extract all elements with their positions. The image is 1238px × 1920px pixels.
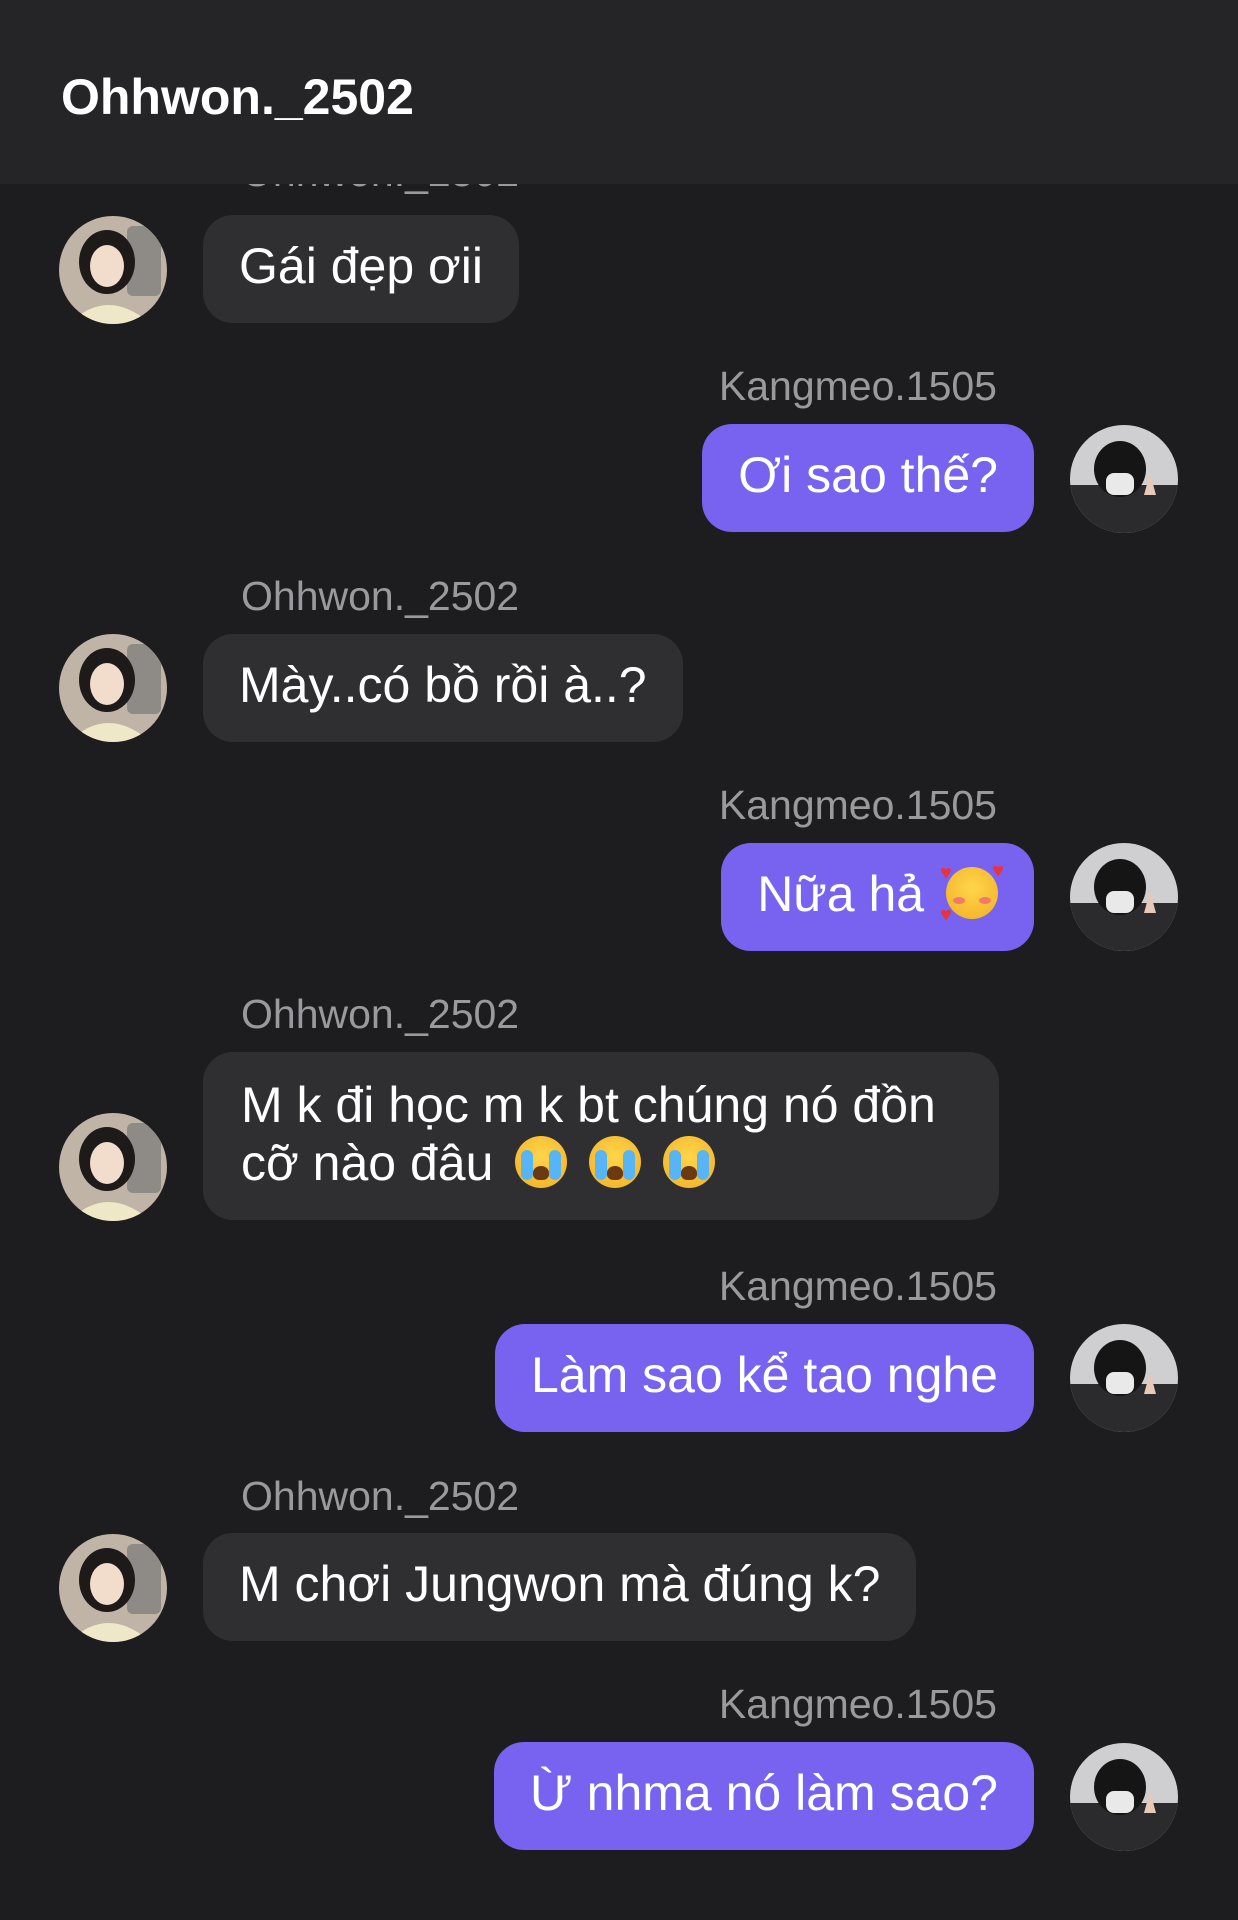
avatar-image-boy — [1070, 1324, 1178, 1432]
message-text: M k đi học m k bt chúng nó đồn cỡ nào đâ… — [241, 1077, 936, 1191]
loudly-crying-face-icon — [515, 1136, 568, 1188]
message-bubble[interactable]: M k đi học m k bt chúng nó đồn cỡ nào đâ… — [203, 1052, 999, 1220]
avatar-image-girl — [59, 216, 167, 324]
message-bubble[interactable]: Ơi sao thế? — [702, 424, 1034, 532]
message-bubble[interactable]: Nữa hả ♥ ♥ ♥ — [721, 843, 1034, 951]
smiling-face-with-hearts-icon: ♥ ♥ ♥ — [940, 860, 1004, 926]
chat-screen: Ohhwon._2502 Ohhwon._2502 Gái đẹp ơii Ka… — [0, 0, 1238, 1920]
avatar[interactable] — [1070, 1324, 1178, 1432]
chat-title[interactable]: Ohhwon._2502 — [61, 68, 414, 126]
message-bubble[interactable]: Ừ nhma nó làm sao? — [494, 1742, 1034, 1850]
message-text: Mày..có bồ rồi à..? — [239, 657, 647, 713]
sender-name: Ohhwon._2502 — [241, 991, 520, 1037]
avatar-image-boy — [1070, 1743, 1178, 1851]
sender-name: Ohhwon._2502 — [241, 1473, 520, 1519]
message-bubble[interactable]: Làm sao kể tao nghe — [495, 1324, 1034, 1432]
avatar[interactable] — [59, 216, 167, 324]
avatar-image-boy — [1070, 843, 1178, 951]
sender-name: Ohhwon._2502 — [241, 573, 520, 619]
message-text: Gái đẹp ơii — [239, 238, 484, 294]
sender-name: Kangmeo.1505 — [718, 1681, 997, 1727]
sender-name: Kangmeo.1505 — [718, 363, 997, 409]
avatar-image-girl — [59, 1534, 167, 1642]
message-bubble[interactable]: Mày..có bồ rồi à..? — [203, 634, 683, 742]
chat-header: Ohhwon._2502 — [0, 0, 1238, 184]
avatar[interactable] — [1070, 843, 1178, 951]
avatar-image-boy — [1070, 425, 1178, 533]
message-bubble[interactable]: M chơi Jungwon mà đúng k? — [203, 1533, 917, 1641]
avatar-image-girl — [59, 1113, 167, 1221]
avatar-image-girl — [59, 634, 167, 742]
avatar[interactable] — [59, 1534, 167, 1642]
loudly-crying-face-icon — [589, 1136, 642, 1188]
message-bubble[interactable]: Gái đẹp ơii — [203, 215, 520, 323]
message-text: Ừ nhma nó làm sao? — [530, 1765, 998, 1821]
avatar[interactable] — [1070, 425, 1178, 533]
avatar[interactable] — [1070, 1743, 1178, 1851]
message-text: M chơi Jungwon mà đúng k? — [239, 1556, 881, 1612]
message-text: Ơi sao thế? — [738, 447, 998, 503]
avatar[interactable] — [59, 1113, 167, 1221]
message-text: Làm sao kể tao nghe — [531, 1347, 998, 1403]
avatar[interactable] — [59, 634, 167, 742]
sender-name: Kangmeo.1505 — [718, 1263, 997, 1309]
loudly-crying-face-icon — [663, 1136, 716, 1188]
sender-name: Kangmeo.1505 — [718, 782, 997, 828]
message-text: Nữa hả — [757, 866, 925, 922]
